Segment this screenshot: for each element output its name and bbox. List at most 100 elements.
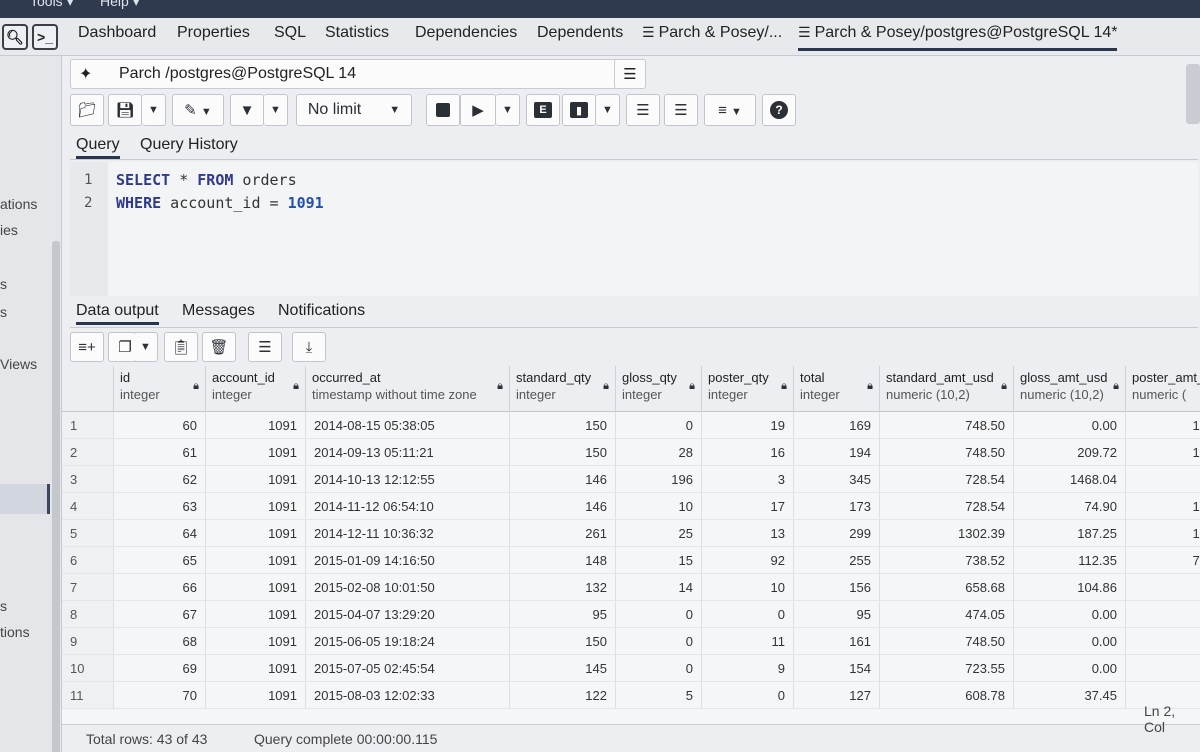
tab-data-output[interactable]: Data output: [76, 302, 159, 325]
table-cell[interactable]: 748.50: [880, 628, 1014, 655]
table-cell[interactable]: 69: [114, 655, 206, 682]
grid-corner-header[interactable]: [62, 366, 114, 412]
tab-notifications[interactable]: Notifications: [278, 302, 365, 320]
column-header[interactable]: total integer 🔒︎: [794, 366, 880, 412]
tab-dependents[interactable]: Dependents: [537, 24, 623, 42]
row-number[interactable]: 7: [62, 574, 114, 601]
column-header[interactable]: gloss_amt_usd numeric (10,2) 🔒︎: [1014, 366, 1126, 412]
table-cell[interactable]: 17: [702, 493, 794, 520]
table-cell[interactable]: 62: [114, 466, 206, 493]
table-cell[interactable]: 748.50: [880, 412, 1014, 439]
row-number[interactable]: 11: [62, 682, 114, 709]
table-cell[interactable]: 154: [794, 655, 880, 682]
tab-dependencies[interactable]: Dependencies: [415, 24, 517, 42]
tree-item-fragment[interactable]: ations: [0, 196, 37, 212]
table-cell[interactable]: 2014-08-15 05:38:05: [306, 412, 510, 439]
explain-button[interactable]: E: [526, 94, 560, 126]
table-cell[interactable]: 2015-02-08 10:01:50: [306, 574, 510, 601]
table-cell[interactable]: 0.00: [1014, 655, 1126, 682]
row-number[interactable]: 1: [62, 412, 114, 439]
table-cell[interactable]: 2014-11-12 06:54:10: [306, 493, 510, 520]
add-row-button[interactable]: ≡+: [70, 332, 104, 362]
table-cell[interactable]: 146: [510, 466, 616, 493]
table-cell[interactable]: 1468.04: [1014, 466, 1126, 493]
table-cell[interactable]: 13: [702, 520, 794, 547]
menu-tools[interactable]: Tools ▾: [30, 0, 74, 10]
row-number[interactable]: 5: [62, 520, 114, 547]
tree-item-fragment[interactable]: Views: [0, 356, 37, 372]
table-cell[interactable]: 209.72: [1014, 439, 1126, 466]
table-cell[interactable]: 1091: [206, 439, 306, 466]
table-cell[interactable]: 9: [702, 655, 794, 682]
tree-item-fragment[interactable]: ies: [0, 222, 18, 238]
row-number[interactable]: 8: [62, 601, 114, 628]
table-cell[interactable]: 66: [114, 574, 206, 601]
table-cell[interactable]: 8: [1126, 628, 1200, 655]
download-button[interactable]: ⤓: [292, 332, 326, 362]
table-cell[interactable]: 2015-06-05 19:18:24: [306, 628, 510, 655]
table-cell[interactable]: 0: [616, 655, 702, 682]
table-cell[interactable]: 15: [1126, 412, 1200, 439]
table-cell[interactable]: 74.90: [1014, 493, 1126, 520]
table-cell[interactable]: 132: [510, 574, 616, 601]
column-header[interactable]: gloss_qty integer 🔒︎: [616, 366, 702, 412]
table-cell[interactable]: 14: [616, 574, 702, 601]
table-cell[interactable]: 28: [616, 439, 702, 466]
tree-item-fragment[interactable]: s: [0, 276, 7, 292]
table-cell[interactable]: 148: [510, 547, 616, 574]
table-cell[interactable]: 150: [510, 439, 616, 466]
table-cell[interactable]: 92: [702, 547, 794, 574]
table-cell[interactable]: 11: [702, 628, 794, 655]
open-file-button[interactable]: 📁︎: [70, 94, 104, 126]
execute-options-dropdown[interactable]: ▼: [496, 94, 520, 126]
table-cell[interactable]: 1091: [206, 601, 306, 628]
connection-selector[interactable]: ✦ Parch /postgres@PostgreSQL 14 ⌄: [70, 59, 644, 89]
table-cell[interactable]: 261: [510, 520, 616, 547]
table-cell[interactable]: 13: [1126, 493, 1200, 520]
table-cell[interactable]: 2015-07-05 02:45:54: [306, 655, 510, 682]
table-cell[interactable]: 196: [616, 466, 702, 493]
row-number[interactable]: 10: [62, 655, 114, 682]
table-cell[interactable]: 156: [794, 574, 880, 601]
table-cell[interactable]: 169: [794, 412, 880, 439]
table-cell[interactable]: 0: [616, 601, 702, 628]
tab-query-parch-1[interactable]: ☰ Parch & Posey/...: [642, 24, 782, 42]
table-cell[interactable]: 161: [794, 628, 880, 655]
filter-options-dropdown[interactable]: ▼: [264, 94, 288, 126]
table-cell[interactable]: 7: [1126, 655, 1200, 682]
table-cell[interactable]: 60: [114, 412, 206, 439]
filter-button[interactable]: ▼: [230, 94, 264, 126]
row-number[interactable]: 4: [62, 493, 114, 520]
new-connection-button[interactable]: ☰: [614, 59, 646, 89]
row-number[interactable]: 6: [62, 547, 114, 574]
save-button[interactable]: 💾︎: [108, 94, 142, 126]
table-cell[interactable]: 68: [114, 628, 206, 655]
table-cell[interactable]: 0.00: [1014, 601, 1126, 628]
table-cell[interactable]: 95: [510, 601, 616, 628]
tab-messages[interactable]: Messages: [182, 302, 255, 320]
table-cell[interactable]: 2015-04-07 13:29:20: [306, 601, 510, 628]
rollback-button[interactable]: ☰: [664, 94, 698, 126]
table-cell[interactable]: 65: [114, 547, 206, 574]
tree-item-fragment[interactable]: s: [0, 304, 7, 320]
tab-properties[interactable]: Properties: [177, 24, 250, 42]
menu-help[interactable]: Help ▾: [100, 0, 140, 10]
table-cell[interactable]: 146: [510, 493, 616, 520]
column-header[interactable]: standard_qty integer 🔒︎: [510, 366, 616, 412]
save-data-button[interactable]: ☰: [248, 332, 282, 362]
table-cell[interactable]: 723.55: [880, 655, 1014, 682]
tab-query[interactable]: Query: [76, 136, 120, 159]
column-header[interactable]: standard_amt_usd numeric (10,2) 🔒︎: [880, 366, 1014, 412]
table-cell[interactable]: 70: [114, 682, 206, 709]
query-tool-button[interactable]: >_: [32, 24, 58, 50]
table-cell[interactable]: 63: [114, 493, 206, 520]
tab-dashboard[interactable]: Dashboard: [78, 24, 156, 42]
table-cell[interactable]: 2014-12-11 10:36:32: [306, 520, 510, 547]
row-number[interactable]: 9: [62, 628, 114, 655]
tab-sql[interactable]: SQL: [274, 24, 306, 42]
edit-button[interactable]: ✎ ▼: [172, 94, 224, 126]
copy-options-dropdown[interactable]: ▼: [134, 332, 158, 362]
explain-options-dropdown[interactable]: ▼: [596, 94, 620, 126]
table-cell[interactable]: 1091: [206, 574, 306, 601]
macros-button[interactable]: ≡ ▼: [704, 94, 756, 126]
